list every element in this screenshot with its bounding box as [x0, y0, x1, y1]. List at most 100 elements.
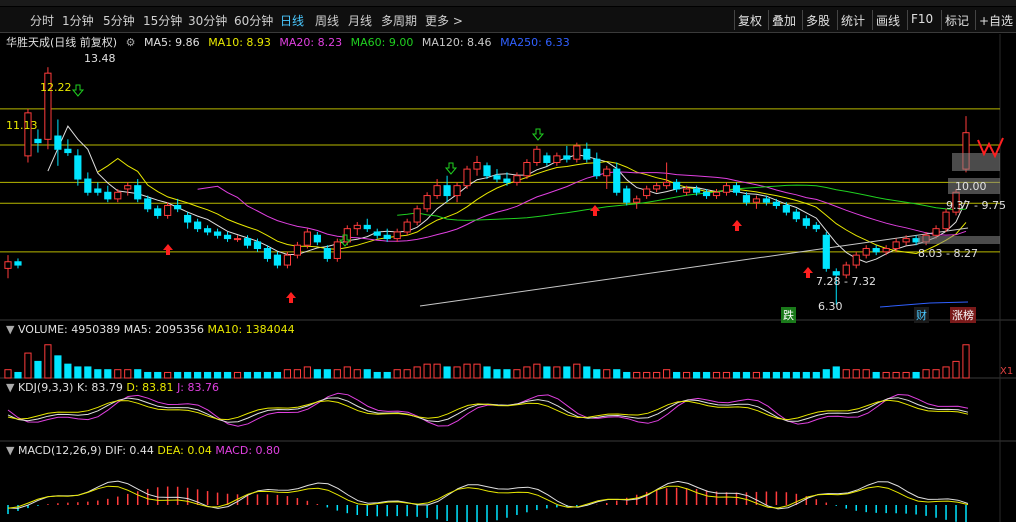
kdj-d: D: 83.81 [126, 381, 174, 394]
volume-bar [164, 371, 172, 379]
candle-body [144, 198, 152, 210]
candle-body [802, 218, 810, 226]
volume-bar [702, 371, 711, 379]
candle-body [682, 188, 691, 193]
volume-bar [144, 371, 152, 379]
candle-body [523, 161, 531, 177]
macd-dea: DEA: 0.04 [157, 444, 212, 457]
volume-bar [623, 371, 631, 379]
volume-bar [692, 371, 701, 379]
macd-legend: ▼ MACD(12,26,9) DIF: 0.44 DEA: 0.04 MACD… [6, 444, 280, 457]
candle-body [263, 248, 272, 259]
candle-body [822, 234, 830, 269]
volume-bar [533, 363, 541, 379]
candle-body [293, 244, 301, 256]
candle-body [174, 205, 182, 210]
volume-collapse-icon[interactable]: ▼ [6, 323, 14, 336]
candle-body [812, 224, 820, 230]
volume-bar [433, 363, 441, 379]
candle-body [603, 168, 611, 177]
volume-bar [343, 366, 351, 379]
volume-bar [114, 369, 122, 379]
candle-body [74, 155, 82, 180]
candle-body [702, 191, 711, 197]
volume-bar [922, 369, 930, 379]
volume-bar [383, 371, 391, 379]
candle-body [283, 254, 292, 266]
volume-bar [593, 369, 601, 379]
volume-bar [174, 371, 182, 379]
volume-bar [493, 369, 501, 379]
candle-body [663, 181, 671, 187]
candle-body [593, 158, 601, 177]
volume-bar [543, 366, 551, 379]
volume-bar [293, 369, 301, 379]
ma120-line [419, 227, 969, 307]
macd-collapse-icon[interactable]: ▼ [6, 444, 14, 457]
candle-body [114, 191, 122, 200]
signal-down-arrow-icon [71, 84, 85, 97]
volume-bar [263, 371, 272, 379]
candle-body [792, 211, 800, 220]
candle-body [692, 188, 701, 193]
volume-bar [313, 369, 321, 379]
volume-bar [283, 369, 292, 379]
volume-bar [563, 366, 571, 379]
volume-bar [742, 371, 751, 379]
volume-axis-label: X1 [1000, 366, 1014, 377]
buy-arrow-icon [286, 292, 296, 303]
candle-body [184, 214, 192, 223]
volume-bar [842, 369, 850, 379]
candle-body [14, 261, 22, 266]
candle-body [433, 185, 441, 197]
candle-body [313, 234, 321, 243]
volume-bar [772, 371, 780, 379]
price-label-1000: 10.00 [955, 180, 987, 193]
volume-bar [902, 371, 910, 379]
volume-bar [253, 371, 262, 379]
candle-body [573, 145, 581, 160]
candle-body [443, 185, 451, 197]
caibao-tag[interactable]: 财 [914, 307, 929, 323]
candle-body [902, 238, 910, 243]
price-label-1113: 11.13 [6, 119, 38, 132]
candle-body [503, 178, 511, 183]
volume-bar [762, 371, 771, 379]
volume-bar [722, 371, 731, 379]
volume-bar [892, 371, 900, 379]
volume-bar [333, 369, 341, 379]
volume-bar [203, 371, 212, 379]
candle-body [493, 175, 501, 180]
volume-bar [583, 366, 591, 379]
zhangbang-tag[interactable]: 涨榜 [950, 307, 976, 323]
volume-bar [423, 363, 431, 379]
volume-bar [912, 371, 920, 379]
candle-body [124, 185, 132, 190]
macd-dif: DIF: 0.44 [105, 444, 154, 457]
volume-legend: ▼ VOLUME: 4950389 MA5: 2095356 MA10: 138… [6, 323, 295, 336]
volume-value: VOLUME: 4950389 [17, 323, 121, 336]
volume-bar [184, 371, 192, 379]
die-tag[interactable]: 跌 [781, 307, 796, 323]
volume-bar [413, 366, 421, 379]
volume-bar [463, 363, 471, 379]
volume-bar [523, 366, 531, 379]
candle-body [842, 264, 850, 276]
volume-bar [373, 371, 381, 379]
volume-bar [832, 366, 840, 379]
candle-body [54, 135, 62, 150]
candle-body [84, 178, 92, 193]
candle-body [154, 208, 162, 216]
volume-bar [782, 371, 790, 379]
volume-bar [243, 371, 252, 379]
volume-bar [673, 371, 681, 379]
signal-down-arrow-icon [531, 128, 545, 141]
candle-body [413, 208, 421, 223]
candle-body [4, 261, 12, 269]
volume-bar [932, 369, 940, 379]
volume-bar [34, 360, 42, 379]
volume-bar [553, 366, 561, 379]
candle-body [463, 168, 471, 187]
kdj-collapse-icon[interactable]: ▼ [6, 381, 14, 394]
volume-ma10: MA10: 1384044 [207, 323, 295, 336]
